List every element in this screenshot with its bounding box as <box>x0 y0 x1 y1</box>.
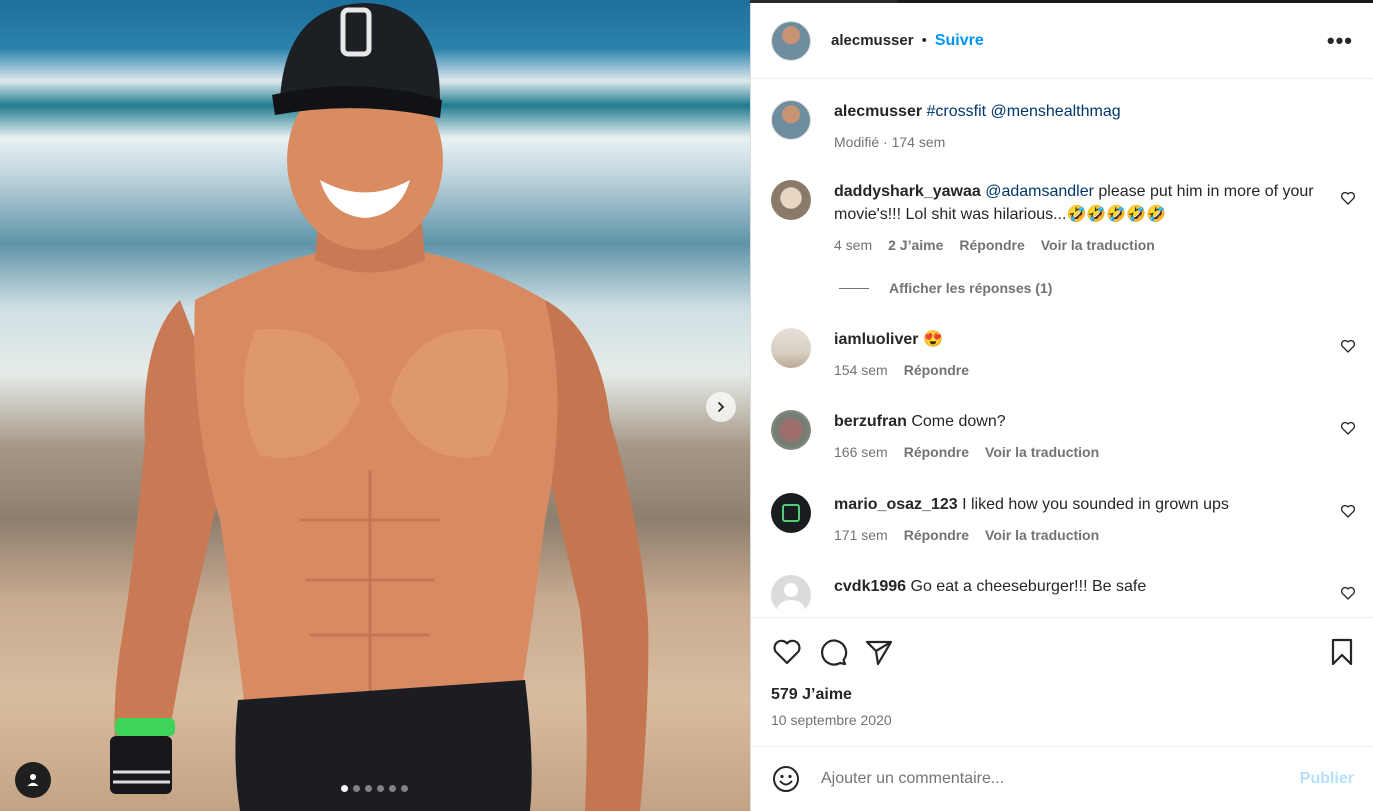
translate-button[interactable]: Voir la traduction <box>985 441 1099 464</box>
view-replies-label: Afficher les réponses (1) <box>889 280 1053 296</box>
more-options-icon[interactable]: ••• <box>1327 28 1353 54</box>
emoji-icon[interactable] <box>771 764 801 794</box>
avatar[interactable] <box>771 575 811 615</box>
comment-input[interactable] <box>821 770 1300 788</box>
comment-username[interactable]: iamluoliver <box>834 331 918 348</box>
avatar[interactable] <box>771 328 811 368</box>
person-illustration <box>110 3 649 811</box>
heart-icon[interactable] <box>1340 420 1356 436</box>
heart-icon[interactable] <box>1340 190 1356 206</box>
carousel-dot <box>353 785 360 792</box>
view-replies-button[interactable]: Afficher les réponses (1) <box>839 280 1052 296</box>
avatar[interactable] <box>771 180 811 220</box>
comment-time: 154 sem <box>834 362 888 378</box>
comment-text: Come down? <box>906 413 1006 430</box>
comment-username[interactable]: berzufran <box>834 413 907 430</box>
post-header: alecmusser • Suivre ••• <box>751 3 1373 79</box>
reply-button[interactable]: Répondre <box>904 359 969 382</box>
avatar[interactable] <box>771 20 811 61</box>
post-photo <box>0 0 750 811</box>
comment-time: 166 sem <box>834 444 888 460</box>
next-photo-button[interactable] <box>706 392 736 422</box>
comment-emoji: 🤣🤣🤣🤣🤣 <box>1066 206 1167 223</box>
chevron-right-icon <box>718 402 725 412</box>
publish-button[interactable]: Publier <box>1300 770 1354 788</box>
default-avatar-body <box>777 600 805 615</box>
translate-button[interactable]: Voir la traduction <box>985 524 1099 547</box>
comment-time: 171 sem <box>834 527 888 543</box>
avatar[interactable] <box>771 493 811 533</box>
likes-count[interactable]: 579 J’aime <box>771 686 852 704</box>
caption-username[interactable]: alecmusser <box>834 103 922 120</box>
add-comment-bar: Publier <box>751 746 1373 811</box>
comments-list: alecmusser #crossfit @menshealthmag Modi… <box>751 80 1373 616</box>
translate-button[interactable]: Voir la traduction <box>1041 234 1155 257</box>
separator-dot: • <box>921 32 927 49</box>
comment-text: I liked how you sounded in grown ups <box>957 496 1229 513</box>
comment-emoji: 😍 <box>922 331 943 348</box>
carousel-dot <box>365 785 372 792</box>
reply-button[interactable]: Répondre <box>904 524 969 547</box>
comment-likes[interactable]: 2 J’aime <box>888 234 943 257</box>
carousel-dot <box>401 785 408 792</box>
comment-username[interactable]: cvdk1996 <box>834 578 906 595</box>
carousel-dot <box>389 785 396 792</box>
avatar-glyph <box>782 504 800 522</box>
author-username[interactable]: alecmusser <box>831 32 914 49</box>
carousel-dot <box>341 785 348 792</box>
caption-meta: Modifié · 174 sem <box>834 134 946 150</box>
post-date: 10 septembre 2020 <box>771 712 892 728</box>
heart-icon[interactable] <box>1340 585 1356 601</box>
heart-icon[interactable] <box>1340 503 1356 519</box>
replies-line <box>839 287 869 289</box>
comment-icon[interactable] <box>817 636 849 668</box>
user-icon <box>27 774 39 786</box>
comment-username[interactable]: daddyshark_yawaa <box>834 183 981 200</box>
post-actions: 579 J’aime 10 septembre 2020 <box>751 617 1373 747</box>
comment-time: 4 sem <box>834 237 873 253</box>
heart-icon[interactable] <box>1340 338 1356 354</box>
avatar[interactable] <box>771 100 811 140</box>
comment-username[interactable]: mario_osaz_123 <box>834 496 958 513</box>
bookmark-icon[interactable] <box>1326 636 1358 668</box>
tagged-users-button[interactable] <box>15 762 51 798</box>
caption-text[interactable]: #crossfit @menshealthmag <box>927 103 1121 120</box>
avatar[interactable] <box>771 410 811 450</box>
post-sidebar: alecmusser • Suivre ••• alecmusser #cros… <box>750 3 1373 811</box>
default-avatar-head <box>784 583 798 597</box>
share-icon[interactable] <box>863 636 895 668</box>
carousel-dot <box>377 785 384 792</box>
reply-button[interactable]: Répondre <box>904 441 969 464</box>
comment-text: Go eat a cheeseburger!!! Be safe <box>906 578 1147 595</box>
carousel-dots <box>341 785 408 792</box>
comment-mention[interactable]: @adamsandler <box>985 183 1094 200</box>
reply-button[interactable]: Répondre <box>959 234 1024 257</box>
like-heart-icon[interactable] <box>771 636 803 668</box>
follow-button[interactable]: Suivre <box>935 32 984 50</box>
